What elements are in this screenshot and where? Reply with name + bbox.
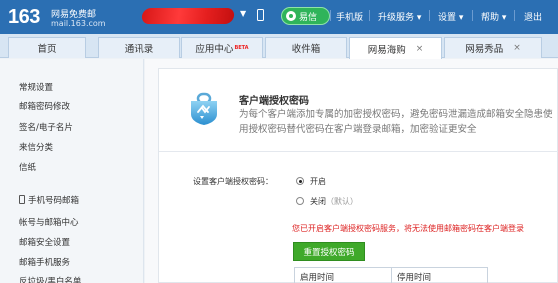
- tab-bar: 首页 通讯录 应用中心 BETA 收件箱 网易海购 × 网易秀品 ×: [0, 34, 558, 59]
- upgrade-service-link[interactable]: 升级服务 ▾: [378, 10, 421, 23]
- divider: [159, 151, 558, 152]
- sidebar-item-account-center[interactable]: 帐号与邮箱中心: [19, 216, 79, 228]
- shield-icon: [191, 92, 217, 125]
- account-dropdown-icon[interactable]: ▼: [240, 9, 246, 18]
- yixin-label: 易信: [299, 12, 318, 23]
- settings-sidebar: 常规设置 邮箱密码修改 签名/电子名片 来信分类 信纸 手机号码邮箱 帐号与邮箱…: [0, 59, 144, 283]
- radio-enable-label[interactable]: 开启: [310, 176, 326, 187]
- tab-app-center[interactable]: 应用中心 BETA: [181, 37, 263, 58]
- close-icon[interactable]: ×: [416, 44, 424, 54]
- sidebar-item-phone-mailbox[interactable]: 手机号码邮箱: [19, 194, 79, 206]
- tab-netease-xiupin[interactable]: 网易秀品 ×: [444, 37, 542, 58]
- settings-link[interactable]: 设置 ▾: [438, 10, 463, 23]
- divider: [514, 10, 515, 21]
- sidebar-item-stationery[interactable]: 信纸: [19, 161, 36, 173]
- sidebar-item-signature[interactable]: 签名/电子名片: [19, 121, 73, 133]
- main-content: 客户端授权密码 为每个客户端添加专属的加密授权密码，避免密码泄漏造成邮箱安全隐患…: [145, 59, 558, 283]
- yixin-icon: [286, 11, 296, 21]
- logo-number[interactable]: 163: [8, 6, 40, 29]
- top-bar: 163 网易免费邮 mail.163.com ▼ 易信 手机版 升级服务 ▾ 设…: [0, 0, 558, 34]
- tab-contacts[interactable]: 通讯录: [98, 37, 180, 58]
- radio-disable[interactable]: [296, 197, 304, 205]
- auth-password-table: 启用时间 停用时间: [294, 267, 488, 283]
- radio-disable-label[interactable]: 关闭（默认）: [310, 196, 358, 207]
- sidebar-item-spam[interactable]: 反垃圾/黑白名单: [19, 275, 81, 283]
- close-icon[interactable]: ×: [513, 43, 521, 53]
- divider: [330, 10, 331, 21]
- divider: [429, 10, 430, 21]
- sidebar-item-phone-service[interactable]: 邮箱手机服务: [19, 256, 70, 268]
- mobile-icon: [19, 195, 25, 204]
- setting-label: 设置客户端授权密码：: [193, 177, 273, 186]
- page-title: 客户端授权密码: [239, 96, 309, 107]
- tab-netease-haigou[interactable]: 网易海购 ×: [349, 37, 442, 59]
- help-link[interactable]: 帮助 ▾: [481, 10, 506, 23]
- table-header-disabled-time: 停用时间: [391, 268, 487, 283]
- chevron-down-icon: ▾: [416, 13, 422, 23]
- mobile-icon[interactable]: [257, 9, 264, 21]
- reset-auth-password-button[interactable]: 重置授权密码: [293, 242, 365, 261]
- beta-badge: BETA: [234, 45, 249, 51]
- logout-link[interactable]: 退出: [524, 10, 542, 23]
- mobile-version-link[interactable]: 手机版: [336, 10, 363, 23]
- chevron-down-icon: ▾: [501, 13, 507, 23]
- radio-enable[interactable]: [296, 177, 304, 185]
- tab-inbox[interactable]: 收件箱: [265, 37, 347, 58]
- yixin-button[interactable]: 易信: [281, 7, 330, 25]
- sidebar-item-security[interactable]: 邮箱安全设置: [19, 236, 70, 248]
- sidebar-item-filters[interactable]: 来信分类: [19, 141, 53, 153]
- sidebar-item-general[interactable]: 常规设置: [19, 81, 53, 93]
- chevron-down-icon: ▾: [458, 13, 464, 23]
- default-hint: （默认）: [326, 197, 358, 206]
- redacted-account-name[interactable]: [140, 8, 236, 24]
- tab-home[interactable]: 首页: [8, 37, 86, 58]
- divider: [472, 10, 473, 21]
- divider: [369, 10, 370, 21]
- page-description: 为每个客户端添加专属的加密授权密码，避免密码泄漏造成邮箱安全隐患使用授权密码替代…: [239, 109, 553, 135]
- sidebar-item-password[interactable]: 邮箱密码修改: [19, 100, 70, 112]
- auth-password-panel: 客户端授权密码 为每个客户端添加专属的加密授权密码，避免密码泄漏造成邮箱安全隐患…: [158, 68, 558, 283]
- warning-message: 您已开启客户端授权密码服务，将无法使用邮箱密码在客户端登录: [292, 224, 524, 233]
- table-header-enabled-time: 启用时间: [300, 273, 335, 283]
- logo-domain: mail.163.com: [51, 19, 106, 28]
